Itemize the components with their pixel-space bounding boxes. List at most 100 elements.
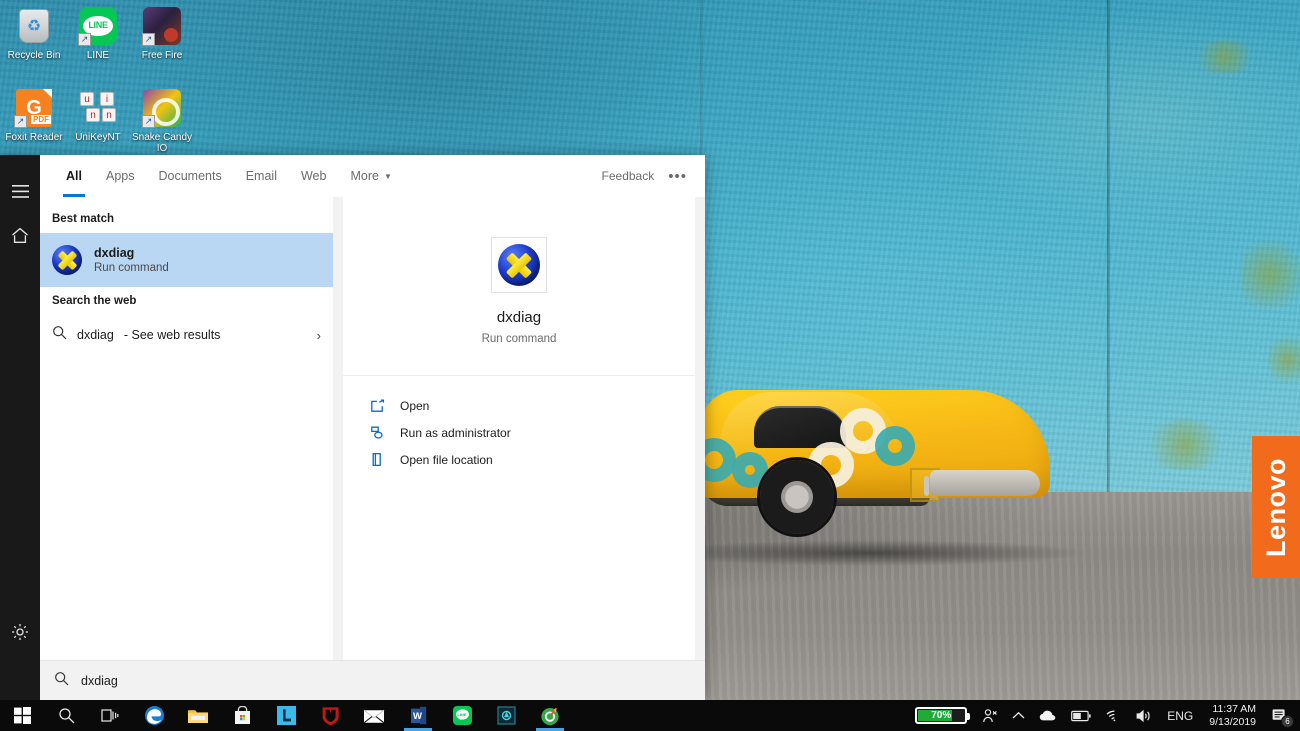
desktop-icon-label: Foxit Reader: [5, 132, 63, 143]
shield-icon: [369, 424, 386, 441]
system-tray: 70% ENG 11:37 AM 9/13/2019 6: [915, 700, 1300, 731]
shortcut-arrow-icon: ↗: [142, 33, 155, 46]
teal-app[interactable]: [484, 700, 528, 731]
desktop-icon-line[interactable]: LINE ↗ LINE: [66, 6, 130, 61]
web-result-suffix: - See web results: [123, 328, 221, 342]
result-row-dxdiag[interactable]: dxdiag Run command: [40, 233, 333, 287]
clock-time: 11:37 AM: [1212, 702, 1256, 715]
snake-candy-icon: ↗: [142, 88, 182, 128]
search-the-web-header: Search the web: [52, 295, 137, 307]
line-app[interactable]: LINE: [440, 700, 484, 731]
desktop-icon-recycle-bin[interactable]: Recycle Bin: [2, 6, 66, 61]
search-button[interactable]: [44, 700, 88, 731]
tab-documents[interactable]: Documents: [146, 155, 233, 197]
desktop-icon-snake-candy[interactable]: ↗ Snake Candy IO: [130, 88, 194, 154]
battery-icon[interactable]: [1064, 700, 1098, 731]
search-input[interactable]: dxdiag: [81, 674, 118, 688]
file-explorer-app[interactable]: [176, 700, 220, 731]
web-result-query: dxdiag: [77, 328, 114, 342]
search-results-list: Best match dxdiag Run command Search the…: [40, 197, 333, 660]
green-app[interactable]: [528, 700, 572, 731]
word-app[interactable]: W: [396, 700, 440, 731]
tab-label: Email: [245, 169, 277, 183]
tab-email[interactable]: Email: [234, 155, 289, 197]
chevron-up-icon[interactable]: [1005, 700, 1032, 731]
task-view-button[interactable]: [88, 700, 132, 731]
tab-label: Documents: [158, 169, 222, 183]
battery-percentage-widget[interactable]: 70%: [915, 707, 971, 724]
desktop-icon-label: Free Fire: [141, 50, 183, 61]
notification-center-button[interactable]: 6: [1265, 700, 1298, 731]
search-panel-body: All Apps Documents Email Web More ▼ Feed…: [40, 155, 705, 700]
microsoft-store-app[interactable]: [220, 700, 264, 731]
tab-label: Web: [300, 169, 327, 183]
hamburger-menu-icon[interactable]: [0, 169, 40, 213]
home-icon[interactable]: [0, 213, 40, 257]
unikey-icon: ui nn: [78, 88, 118, 128]
action-open[interactable]: Open: [343, 392, 695, 419]
web-result-row[interactable]: dxdiag - See web results ›: [40, 315, 333, 355]
mcafee-app[interactable]: [308, 700, 352, 731]
people-icon[interactable]: [975, 700, 1005, 731]
preview-subtitle: Run command: [481, 333, 557, 345]
result-text: dxdiag Run command: [94, 246, 169, 274]
recycle-bin-icon: [14, 6, 54, 46]
vintage-car: [660, 352, 1090, 552]
tab-apps[interactable]: Apps: [94, 155, 147, 197]
more-options-icon[interactable]: •••: [668, 168, 687, 185]
wall-seam: [1107, 0, 1110, 492]
edge-app[interactable]: [132, 700, 176, 731]
lenovo-label: Lenovo: [1260, 457, 1291, 557]
desktop-icon-free-fire[interactable]: ↗ Free Fire: [130, 6, 194, 61]
panel-gutter: [333, 197, 343, 660]
lenovo-vantage-app[interactable]: [264, 700, 308, 731]
desktop-icon-label: Snake Candy IO: [131, 132, 193, 154]
shortcut-arrow-icon: ↗: [14, 115, 27, 128]
chevron-right-icon: ›: [316, 327, 321, 343]
notification-badge: 6: [1281, 715, 1294, 728]
action-run-as-administrator[interactable]: Run as administrator: [343, 419, 695, 446]
car-wheel: [760, 460, 834, 534]
speaker-icon[interactable]: [1129, 700, 1160, 731]
search-tab-bar: All Apps Documents Email Web More ▼ Feed…: [40, 155, 705, 197]
mail-app[interactable]: [352, 700, 396, 731]
clock[interactable]: 11:37 AM 9/13/2019: [1200, 703, 1265, 729]
tab-more[interactable]: More ▼: [338, 155, 403, 197]
tab-label: Apps: [105, 169, 135, 183]
car-bumper: [930, 470, 1040, 496]
desktop-icon-foxit-reader[interactable]: G PDF ↗ Foxit Reader: [2, 88, 66, 143]
preview-app-icon-box: [491, 237, 547, 293]
battery-percentage-label: 70%: [931, 710, 952, 721]
wifi-icon[interactable]: [1098, 700, 1129, 731]
desktop-icon-label: LINE: [86, 50, 110, 61]
free-fire-icon: ↗: [142, 6, 182, 46]
foxit-reader-icon: G PDF ↗: [14, 88, 54, 128]
wall-rust: [1140, 420, 1230, 470]
wall-rust: [1240, 230, 1300, 320]
gear-icon[interactable]: [0, 610, 40, 654]
cloud-icon[interactable]: [1032, 700, 1064, 731]
search-preview-panel: dxdiag Run command Open Run as administr…: [343, 197, 695, 660]
dxdiag-icon: [52, 245, 82, 275]
open-in-new-icon: [369, 397, 386, 414]
desktop-icon-unikeynt[interactable]: ui nn UniKeyNT: [66, 88, 130, 143]
shortcut-arrow-icon: ↗: [78, 33, 91, 46]
language-indicator[interactable]: ENG: [1160, 700, 1200, 731]
search-input-bar[interactable]: dxdiag: [40, 660, 705, 700]
preview-hero: dxdiag Run command: [343, 197, 695, 376]
action-open-file-location[interactable]: Open file location: [343, 446, 695, 473]
action-label: Run as administrator: [400, 425, 511, 440]
action-label: Open file location: [400, 452, 493, 467]
tab-web[interactable]: Web: [289, 155, 338, 197]
folder-open-icon: [369, 451, 386, 468]
car-dot: [875, 426, 915, 466]
action-label: Open: [400, 398, 430, 413]
feedback-button[interactable]: Feedback: [602, 169, 655, 183]
result-subtitle: Run command: [94, 262, 169, 274]
line-app-icon: LINE ↗: [78, 6, 118, 46]
dxdiag-icon: [498, 244, 540, 286]
best-match-header: Best match: [52, 213, 114, 225]
clock-date: 9/13/2019: [1209, 715, 1256, 728]
start-button[interactable]: [0, 700, 44, 731]
tab-all[interactable]: All: [54, 155, 94, 197]
